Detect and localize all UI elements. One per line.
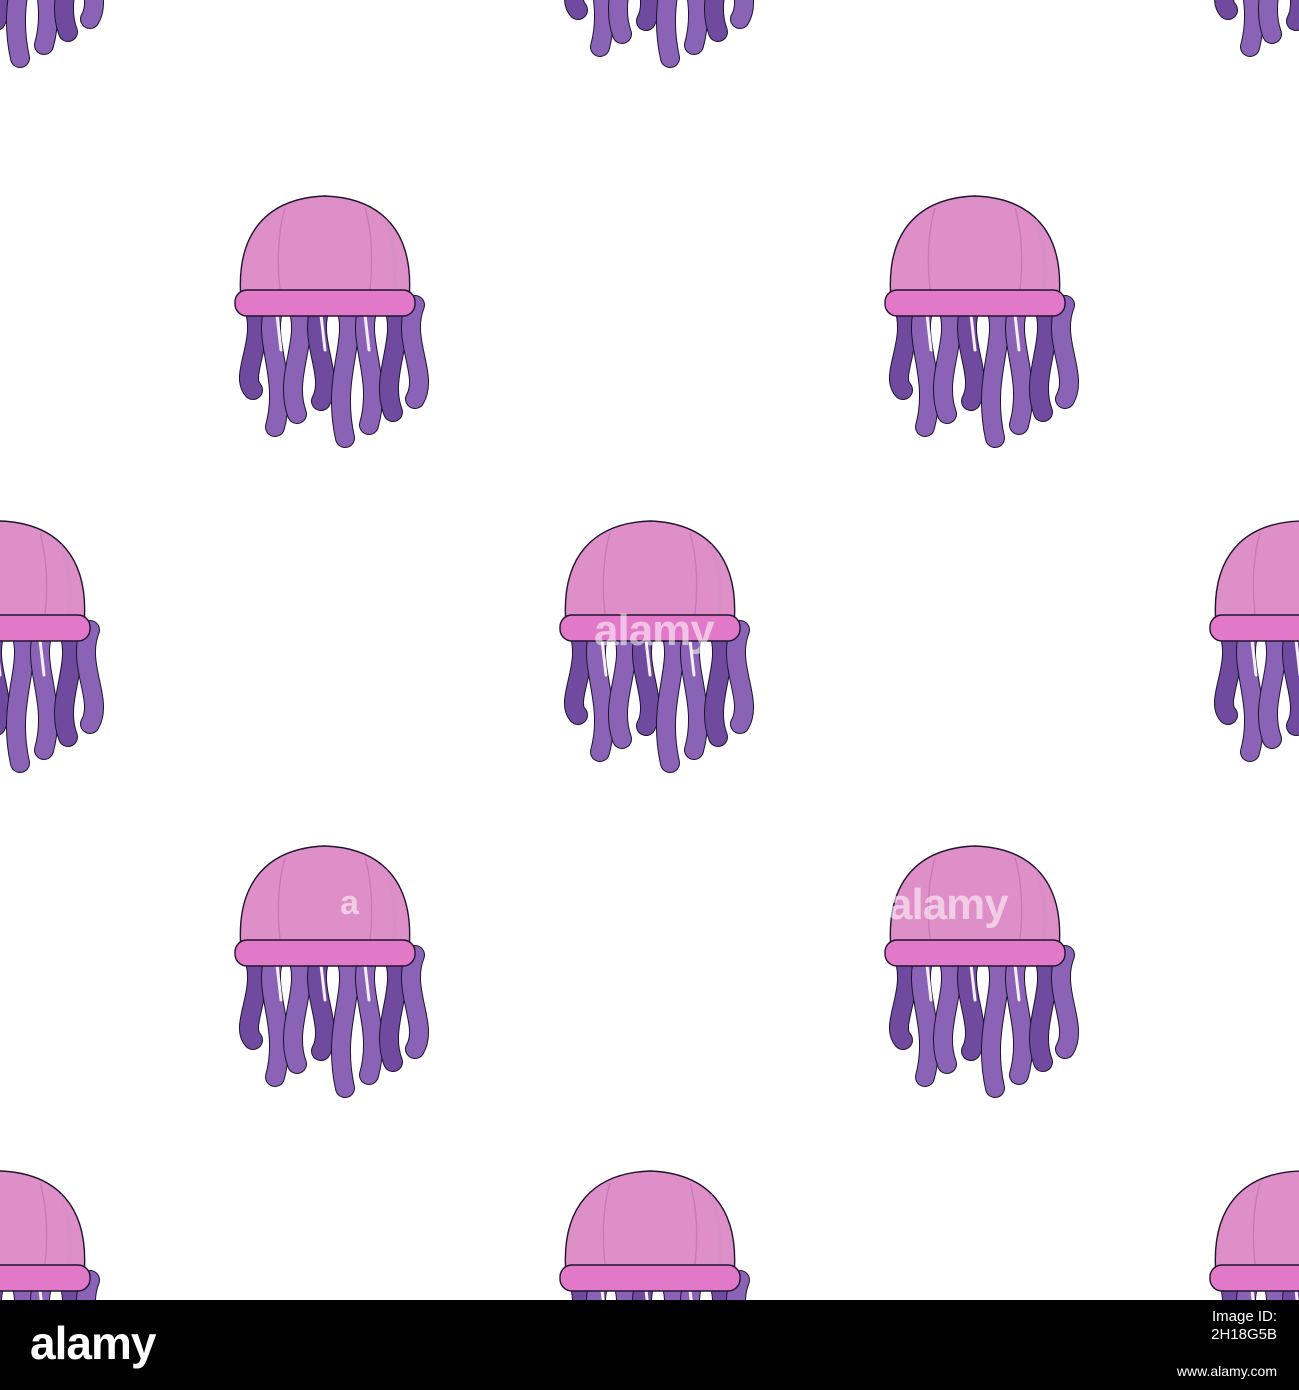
jellyfish-illustration (1200, 0, 1299, 90)
image-id: Image ID: 2H18G5B (1211, 1308, 1277, 1344)
jellyfish-illustration (1200, 1165, 1299, 1300)
jellyfish-illustration (875, 840, 1079, 1120)
jellyfish-illustration (225, 190, 429, 470)
jellyfish-illustration (0, 0, 104, 90)
jellyfish-illustration (550, 1165, 750, 1300)
footer-bar: alamy Image ID: 2H18G5B www.alamy.com (0, 1300, 1299, 1390)
image-id-label: Image ID: (1211, 1308, 1277, 1325)
jellyfish-illustration (550, 0, 754, 90)
jellyfish-illustration (1200, 515, 1299, 795)
jellyfish-illustration (875, 190, 1079, 470)
jellyfish-illustration (225, 840, 429, 1120)
seamless-pattern: alamy a alamy (0, 0, 1299, 1300)
jellyfish-illustration (0, 1165, 100, 1300)
brand-logo[interactable]: alamy (30, 1316, 156, 1370)
image-id-value: 2H18G5B (1211, 1326, 1277, 1343)
jellyfish-illustration (550, 515, 754, 795)
site-url[interactable]: www.alamy.com (1177, 1363, 1277, 1379)
jellyfish-illustration (0, 515, 104, 795)
